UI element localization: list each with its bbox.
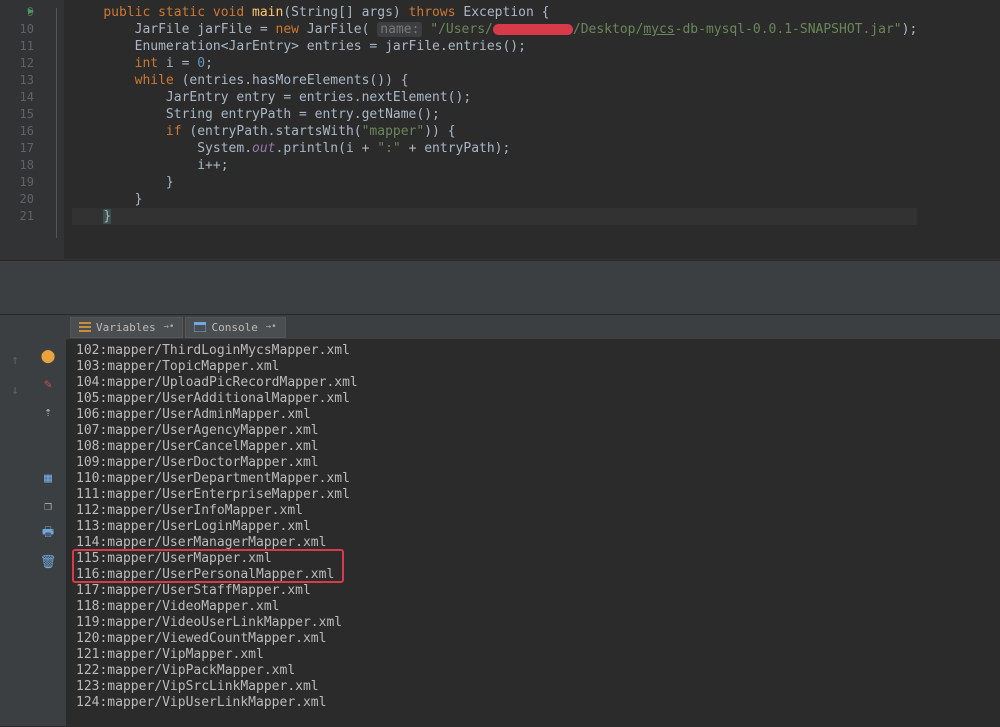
breakpoint-icon[interactable]: ⬤ — [39, 347, 57, 365]
console-line: 103:mapper/TopicMapper.xml — [76, 359, 1000, 375]
console-line: 124:mapper/VipUserLinkMapper.xml — [76, 695, 1000, 711]
param-hint: name: — [377, 22, 422, 37]
console-line: 112:mapper/UserInfoMapper.xml — [76, 503, 1000, 519]
console-line: 123:mapper/VipSrcLinkMapper.xml — [76, 679, 1000, 695]
line-number: 14 — [0, 89, 34, 106]
console-line: 111:mapper/UserEnterpriseMapper.xml — [76, 487, 1000, 503]
console-line: 109:mapper/UserDoctorMapper.xml — [76, 455, 1000, 471]
console-icon — [194, 321, 206, 333]
debug-tabs: Variables →• Console →• — [0, 315, 1000, 339]
tab-variables[interactable]: Variables →• — [70, 317, 183, 338]
line-number: 20 — [0, 191, 34, 208]
code-line[interactable]: i++; — [72, 157, 917, 174]
pin-icon[interactable]: →• — [164, 322, 175, 332]
code-line[interactable]: } — [72, 191, 917, 208]
code-line[interactable]: Enumeration<JarEntry> entries = jarFile.… — [72, 38, 917, 55]
console-panel: ↑ ↓ ⬤ ✎ ⇡ ▦ ❐ 🖶 🗑 102:mapper/ThirdLoginM… — [0, 339, 1000, 726]
tab-console[interactable]: Console →• — [185, 317, 285, 338]
console-line: 122:mapper/VipPackMapper.xml — [76, 663, 1000, 679]
stack-up-icon[interactable]: ↑ — [6, 351, 24, 369]
tool-column-left: ↑ ↓ — [0, 339, 30, 726]
panel-divider[interactable] — [0, 260, 1000, 315]
code-line[interactable]: } — [72, 174, 917, 191]
console-line: 118:mapper/VideoMapper.xml — [76, 599, 1000, 615]
console-line: 114:mapper/UserManagerMapper.xml — [76, 535, 1000, 551]
code-line[interactable]: int i = 0; — [72, 55, 917, 72]
code-line[interactable]: while (entries.hasMoreElements()) { — [72, 72, 917, 89]
edit-icon[interactable]: ✎ — [39, 375, 57, 393]
line-number: 10 — [0, 21, 34, 38]
redacted-text — [493, 24, 573, 35]
console-line: 102:mapper/ThirdLoginMycsMapper.xml — [76, 343, 1000, 359]
layout-icon[interactable]: ▦ — [39, 469, 57, 487]
trash-icon[interactable]: 🗑 — [39, 553, 57, 571]
code-line[interactable]: JarFile jarFile = new JarFile( name: "/U… — [72, 21, 917, 38]
code-editor[interactable]: public static void main(String[] args) t… — [64, 0, 917, 259]
fold-column[interactable] — [50, 0, 64, 259]
code-line[interactable]: } — [72, 208, 917, 225]
console-output[interactable]: 102:mapper/ThirdLoginMycsMapper.xml 103:… — [66, 339, 1000, 726]
line-number: 19 — [0, 174, 34, 191]
console-line: 119:mapper/VideoUserLinkMapper.xml — [76, 615, 1000, 631]
console-line: 117:mapper/UserStaffMapper.xml — [76, 583, 1000, 599]
tab-label: Variables — [96, 321, 156, 334]
code-line[interactable]: if (entryPath.startsWith("mapper")) { — [72, 123, 917, 140]
code-line[interactable]: String entryPath = entry.getName(); — [72, 106, 917, 123]
line-number: 21 — [0, 208, 34, 225]
line-number: 11 — [0, 38, 34, 55]
line-gutter: ▶ 9 10 11 12 13 14 15 16 17 18 19 20 21 — [0, 0, 50, 259]
code-line[interactable]: public static void main(String[] args) t… — [72, 4, 917, 21]
console-line: 121:mapper/VipMapper.xml — [76, 647, 1000, 663]
pin-icon[interactable]: →• — [266, 322, 277, 332]
copy-icon[interactable]: ❐ — [39, 497, 57, 515]
stack-down-icon[interactable]: ↓ — [6, 381, 24, 399]
code-line[interactable]: System.out.println(i + ":" + entryPath); — [72, 140, 917, 157]
console-line: 106:mapper/UserAdminMapper.xml — [76, 407, 1000, 423]
run-gutter-icon[interactable]: ▶ — [28, 3, 34, 20]
line-number: 13 — [0, 72, 34, 89]
line-number: 12 — [0, 55, 34, 72]
export-icon[interactable]: ⇡ — [39, 403, 57, 421]
line-number: 17 — [0, 140, 34, 157]
console-line: 107:mapper/UserAgencyMapper.xml — [76, 423, 1000, 439]
console-line: 113:mapper/UserLoginMapper.xml — [76, 519, 1000, 535]
line-number: 15 — [0, 106, 34, 123]
console-line: 108:mapper/UserCancelMapper.xml — [76, 439, 1000, 455]
line-number: 18 — [0, 157, 34, 174]
console-line: 116:mapper/UserPersonalMapper.xml — [76, 567, 1000, 583]
line-number: 16 — [0, 123, 34, 140]
console-line: 115:mapper/UserMapper.xml — [76, 551, 1000, 567]
console-line: 104:mapper/UploadPicRecordMapper.xml — [76, 375, 1000, 391]
code-line[interactable]: JarEntry entry = entries.nextElement(); — [72, 89, 917, 106]
variables-icon — [79, 321, 91, 333]
tab-label: Console — [211, 321, 257, 334]
tool-column-actions: ⬤ ✎ ⇡ ▦ ❐ 🖶 🗑 — [30, 339, 66, 726]
console-line: 110:mapper/UserDepartmentMapper.xml — [76, 471, 1000, 487]
console-line: 105:mapper/UserAdditionalMapper.xml — [76, 391, 1000, 407]
print-icon[interactable]: 🖶 — [39, 525, 57, 543]
console-line: 120:mapper/ViewedCountMapper.xml — [76, 631, 1000, 647]
editor-area: ▶ 9 10 11 12 13 14 15 16 17 18 19 20 21 … — [0, 0, 1000, 260]
